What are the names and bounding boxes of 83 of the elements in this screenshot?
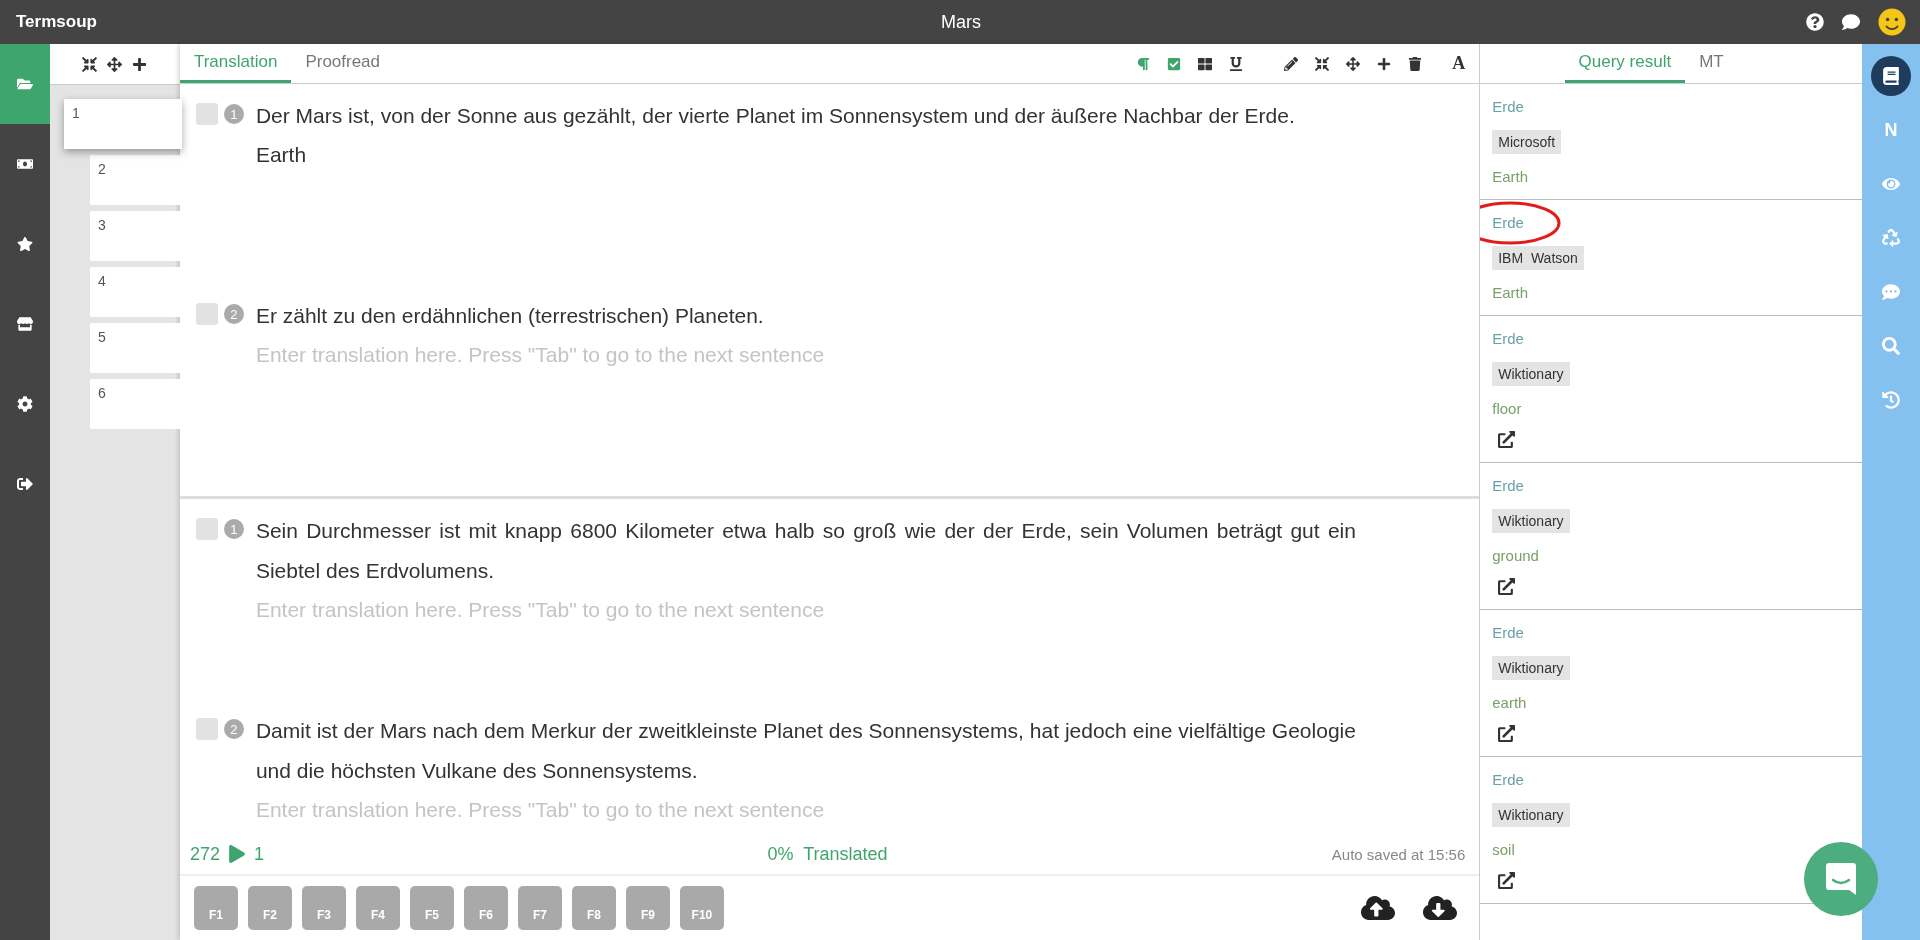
smiley-avatar-icon[interactable] [1878, 8, 1906, 36]
source-sentence: Der Mars ist, von der Sonne aus gezählt, der vierte Planet im Sonnensystem und der äußere Nachbar der Erde. [255, 103, 1296, 129]
sign-out-icon [17, 476, 33, 492]
function-key[interactable]: F4 [355, 886, 400, 930]
store-icon [17, 316, 33, 332]
source-sentence: Er zählt zu den erdähnlichen (terrestrischen) Planeten. [255, 303, 765, 329]
segment-checkbox[interactable] [195, 518, 218, 540]
play-icon [227, 845, 246, 863]
segment-count: 1 [253, 843, 264, 865]
term-translation[interactable]: Earth [1492, 168, 1529, 185]
source-tag: IBM Watson [1492, 246, 1584, 270]
font-button[interactable]: A [1452, 53, 1466, 74]
term-translation[interactable]: ground [1492, 547, 1539, 564]
term[interactable]: Erde [1492, 624, 1524, 641]
progress-label: 0% Translated [767, 843, 888, 865]
banknote-icon [17, 156, 33, 172]
term[interactable]: Erde [1492, 98, 1524, 115]
editor-tab[interactable]: Translation [179, 44, 292, 83]
autosave-status: Auto saved at 15:56 [1331, 845, 1466, 863]
letter-button[interactable]: N [1871, 110, 1911, 150]
source-tag: Wiktionary [1492, 803, 1570, 827]
page-thumbnail[interactable]: 2 [89, 155, 180, 205]
function-key[interactable]: F10 [679, 886, 724, 930]
function-key[interactable]: F9 [625, 886, 670, 930]
term-translation[interactable]: earth [1492, 694, 1527, 711]
chat-bubble-icon [1824, 861, 1858, 897]
function-key[interactable]: F6 [463, 886, 508, 930]
term[interactable]: Erde [1492, 330, 1524, 347]
source-tag: Wiktionary [1492, 509, 1570, 533]
help-icon[interactable] [1806, 13, 1824, 31]
eye-icon [1882, 175, 1900, 193]
add-icon[interactable] [132, 56, 148, 72]
app-name: Termsoup [16, 12, 97, 32]
term-translation[interactable]: Earth [1492, 284, 1529, 301]
source-tag: Wiktionary [1492, 362, 1570, 386]
results-tab[interactable]: MT [1685, 44, 1738, 83]
term-translation[interactable]: soil [1492, 841, 1515, 858]
comment-icon [1882, 283, 1900, 301]
segment-number: 1 [223, 104, 244, 124]
function-key[interactable]: F7 [517, 886, 562, 930]
segment-checkbox[interactable] [195, 103, 218, 125]
source-tag: Microsoft [1492, 130, 1562, 154]
page-thumbnail[interactable]: 4 [89, 267, 180, 317]
word-count: 272 [189, 843, 220, 865]
source-sentence: Damit ist der Mars nach dem Merkur der zweitkleinste Planet des Sonnensystems, hat jedoch eine vielfältige Geologie und die höchsten Vulkane des Sonnensystems. [255, 718, 1356, 784]
page-thumbnail[interactable]: 3 [89, 211, 180, 261]
page-thumbnail[interactable]: 1 [63, 99, 182, 149]
function-key[interactable]: F2 [247, 886, 292, 930]
comment-icon[interactable] [1842, 13, 1860, 31]
function-key[interactable]: F8 [571, 886, 616, 930]
document-title: Mars [941, 11, 981, 33]
star-icon [17, 236, 33, 252]
function-key[interactable]: F5 [409, 886, 454, 930]
segment-number: 1 [223, 519, 244, 539]
external-link-icon[interactable] [1498, 431, 1516, 448]
term-translation[interactable]: floor [1492, 400, 1522, 417]
rail-button[interactable] [1871, 56, 1911, 96]
source-sentence: Sein Durchmesser ist mit knapp 6800 Kilometer etwa halb so groß wie der der Erde, sein Volumen beträgt gut ein Siebtel des Erdvolumens. [255, 518, 1356, 584]
editor-tab[interactable]: Proofread [291, 44, 395, 83]
page-thumbnail[interactable]: 6 [89, 379, 180, 429]
function-key[interactable]: F3 [301, 886, 346, 930]
external-link-icon[interactable] [1498, 578, 1516, 595]
compress-icon[interactable] [82, 56, 98, 72]
source-tag: Wiktionary [1492, 656, 1570, 680]
folder-icon [17, 76, 33, 92]
segment-checkbox[interactable] [195, 718, 218, 740]
segment-number: 2 [223, 719, 244, 739]
results-tab[interactable]: Query result [1564, 44, 1686, 83]
segment-checkbox[interactable] [195, 303, 218, 325]
segment-number: 2 [223, 304, 244, 324]
term[interactable]: Erde [1492, 477, 1524, 494]
term[interactable]: Erde [1492, 771, 1524, 788]
move-icon[interactable] [107, 56, 123, 72]
search-icon [1882, 337, 1900, 355]
settings-icon [17, 396, 33, 412]
function-key[interactable]: F1 [193, 886, 238, 930]
external-link-icon[interactable] [1498, 872, 1516, 889]
term[interactable]: Erde [1492, 214, 1524, 231]
book-icon [1882, 67, 1900, 85]
recycle-icon [1882, 229, 1900, 247]
external-link-icon[interactable] [1498, 725, 1516, 742]
page-thumbnail[interactable]: 5 [89, 323, 180, 373]
history-icon [1882, 391, 1900, 409]
